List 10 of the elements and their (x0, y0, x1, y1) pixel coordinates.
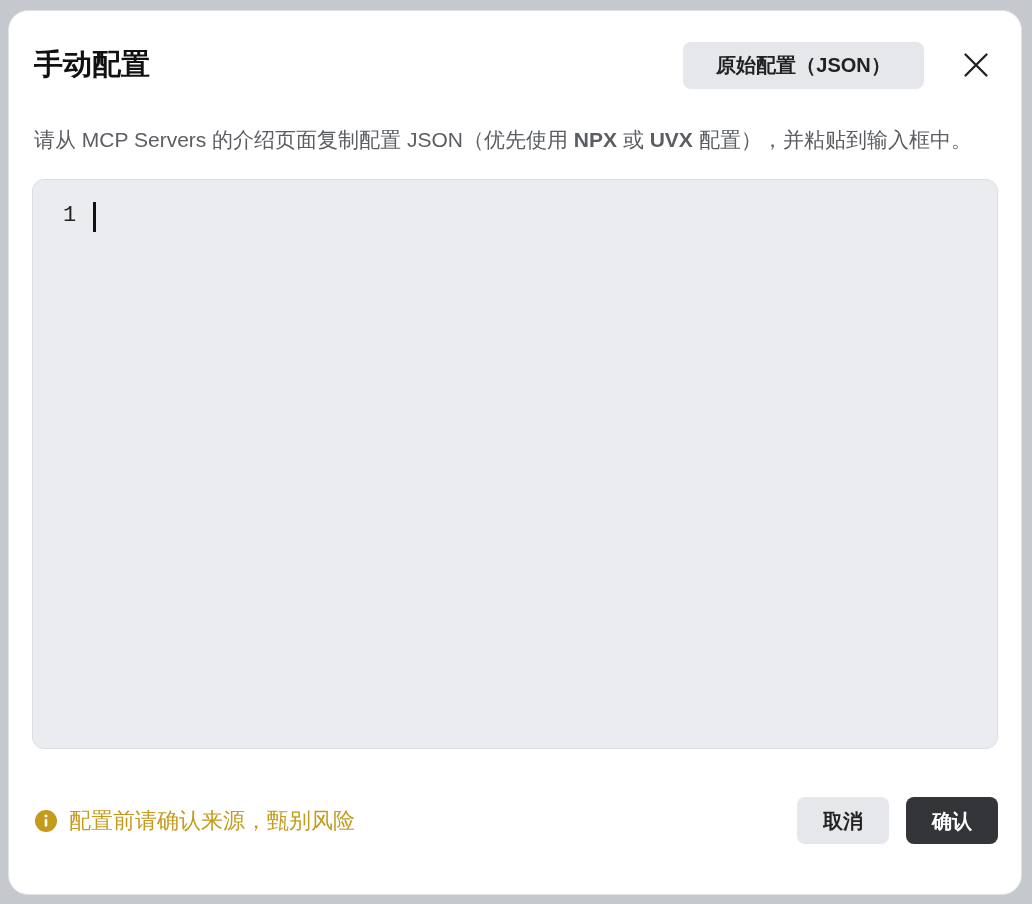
dialog-title: 手动配置 (34, 47, 150, 83)
raw-config-button[interactable]: 原始配置（JSON） (683, 41, 924, 89)
description-text: 请从 MCP Servers 的介绍页面复制配置 JSON（优先使用 NPX 或 UVX 配置），并粘贴到输入框中。 (34, 127, 973, 153)
confirm-button[interactable]: 确认 (906, 797, 998, 844)
json-editor[interactable]: 1 (32, 179, 998, 749)
warning-text: 配置前请确认来源，甄别风险 (69, 807, 355, 835)
info-icon (35, 809, 57, 832)
line-number: 1 (63, 202, 77, 230)
close-icon[interactable] (962, 51, 990, 79)
cancel-button[interactable]: 取消 (797, 797, 889, 844)
